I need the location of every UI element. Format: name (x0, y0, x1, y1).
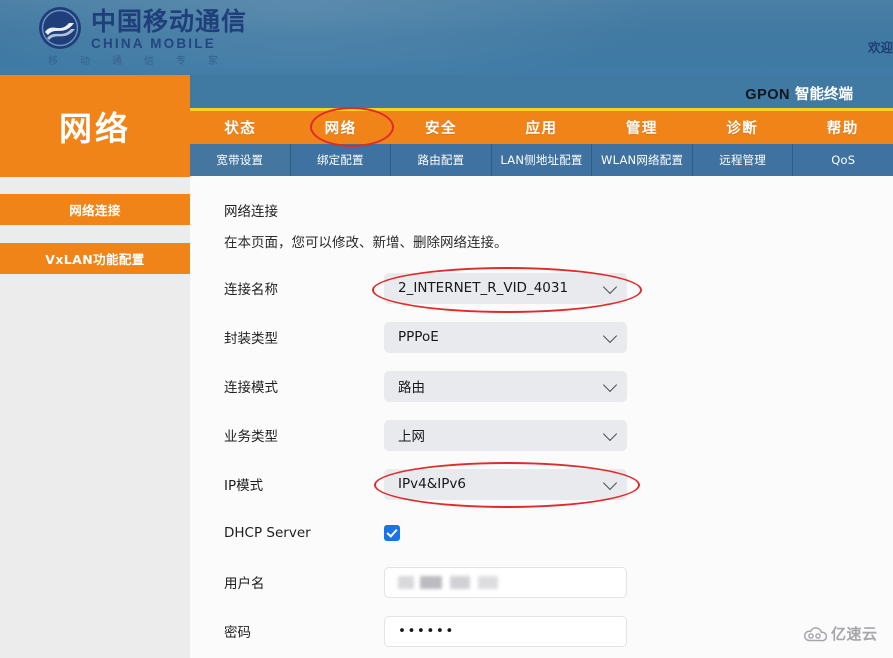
field-ip-mode: IP模式 IPv4&IPv6 (224, 467, 864, 501)
sidebar-title: 网络 (0, 75, 190, 177)
china-mobile-logo: 中国移动通信 CHINA MOBILE (38, 6, 247, 53)
select-ip-mode[interactable]: IPv4&IPv6 (384, 468, 627, 500)
nav-item-manage[interactable]: 管理 (592, 111, 692, 144)
nav-item-network[interactable]: 网络 (290, 111, 390, 144)
chevron-down-icon (602, 426, 618, 442)
tagline-char: 信 (144, 56, 154, 67)
nav-item-diagnose[interactable]: 诊断 (692, 111, 792, 144)
tagline-char: 通 (112, 56, 122, 67)
select-service-type[interactable]: 上网 (384, 419, 627, 451)
redacted-username-value (398, 575, 498, 589)
label-connection-mode: 连接模式 (224, 380, 278, 396)
tagline-char: 专 (176, 56, 186, 67)
label-password: 密码 (224, 625, 251, 641)
tagline-char: 移 (48, 56, 58, 67)
nav-item-security[interactable]: 安全 (391, 111, 491, 144)
select-ip-mode-value: IPv4&IPv6 (398, 476, 466, 492)
tab-broadband-settings[interactable]: 宽带设置 (190, 144, 291, 176)
device-strip: GPON 智能终端 (190, 75, 893, 108)
select-service-type-value: 上网 (398, 429, 425, 445)
chevron-down-icon (602, 279, 618, 295)
logo-text: 中国移动通信 CHINA MOBILE (91, 6, 247, 53)
chevron-down-icon (602, 328, 618, 344)
field-username: 用户名 (224, 565, 864, 599)
logo-english-name: CHINA MOBILE (91, 36, 216, 52)
select-connection-name[interactable]: 2_INTERNET_R_VID_4031 (384, 272, 627, 304)
nav-item-apps[interactable]: 应用 (491, 111, 591, 144)
select-connection-name-value: 2_INTERNET_R_VID_4031 (398, 280, 569, 296)
tab-qos[interactable]: QoS (793, 144, 893, 176)
label-ip-mode: IP模式 (224, 478, 264, 494)
tagline-char: 家 (208, 56, 218, 67)
device-type: 智能终端 (795, 87, 853, 103)
tab-route-config[interactable]: 路由配置 (391, 144, 492, 176)
china-mobile-logo-icon (39, 7, 81, 49)
field-dhcp-server: DHCP Server (224, 516, 864, 550)
tab-lan-address-config[interactable]: LAN侧地址配置 (492, 144, 593, 176)
logo-chinese-name: 中国移动通信 (91, 7, 248, 36)
watermark-text: 亿速云 (831, 625, 878, 643)
sub-tabs: 宽带设置 绑定配置 路由配置 LAN侧地址配置 WLAN网络配置 远程管理 Qo… (190, 144, 893, 176)
checkbox-dhcp-server[interactable] (384, 525, 400, 541)
chevron-down-icon (602, 377, 618, 393)
nav-item-status[interactable]: 状态 (190, 111, 290, 144)
label-connection-name: 连接名称 (224, 282, 278, 298)
sidebar-title-label: 网络 (59, 109, 131, 148)
nav-item-help[interactable]: 帮助 (793, 111, 893, 144)
sidebar: 网络 网络连接 VxLAN功能配置 (0, 75, 190, 658)
site-banner: 中国移动通信 CHINA MOBILE 移 动 通 信 专 家 欢迎 (0, 0, 893, 75)
sidebar-item-network-connection[interactable]: 网络连接 (0, 194, 190, 225)
field-password: 密码 •••••• (224, 614, 864, 648)
content-area: 网络连接 在本页面，您可以修改、新增、删除网络连接。 连接名称 2_INTERN… (190, 176, 893, 658)
tagline-char: 动 (80, 56, 90, 67)
input-password[interactable]: •••••• (384, 615, 627, 647)
cloud-icon (803, 626, 827, 641)
device-title: GPON 智能终端 (745, 83, 853, 104)
tab-binding-config[interactable]: 绑定配置 (291, 144, 392, 176)
select-connection-mode[interactable]: 路由 (384, 370, 627, 402)
device-model: GPON (745, 87, 790, 103)
tab-wlan-config[interactable]: WLAN网络配置 (592, 144, 693, 176)
select-encapsulation-type[interactable]: PPPoE (384, 321, 627, 353)
sidebar-item-vxlan-config[interactable]: VxLAN功能配置 (0, 243, 190, 274)
page-description: 在本页面，您可以修改、新增、删除网络连接。 (224, 235, 508, 251)
welcome-text: 欢迎 (867, 41, 893, 55)
chevron-down-icon (602, 475, 618, 491)
password-masked-value: •••••• (398, 623, 455, 639)
logo-tagline: 移 动 通 信 专 家 (48, 52, 218, 67)
page-title: 网络连接 (224, 204, 278, 220)
select-encapsulation-type-value: PPPoE (398, 329, 439, 345)
input-username[interactable] (384, 566, 627, 598)
field-service-type: 业务类型 上网 (224, 418, 864, 452)
watermark: 亿速云 (803, 623, 878, 644)
tab-remote-management[interactable]: 远程管理 (693, 144, 794, 176)
main-nav: 状态 网络 安全 应用 管理 诊断 帮助 (190, 111, 893, 144)
label-service-type: 业务类型 (224, 429, 278, 445)
label-username: 用户名 (224, 576, 265, 592)
select-connection-mode-value: 路由 (398, 380, 425, 396)
router-admin-page: 中国移动通信 CHINA MOBILE 移 动 通 信 专 家 欢迎 GPON 智… (0, 0, 893, 658)
field-encapsulation-type: 封装类型 PPPoE (224, 320, 864, 354)
field-connection-name: 连接名称 2_INTERNET_R_VID_4031 (224, 271, 864, 305)
label-dhcp-server: DHCP Server (224, 525, 311, 541)
label-encapsulation-type: 封装类型 (224, 331, 278, 347)
field-connection-mode: 连接模式 路由 (224, 369, 864, 403)
